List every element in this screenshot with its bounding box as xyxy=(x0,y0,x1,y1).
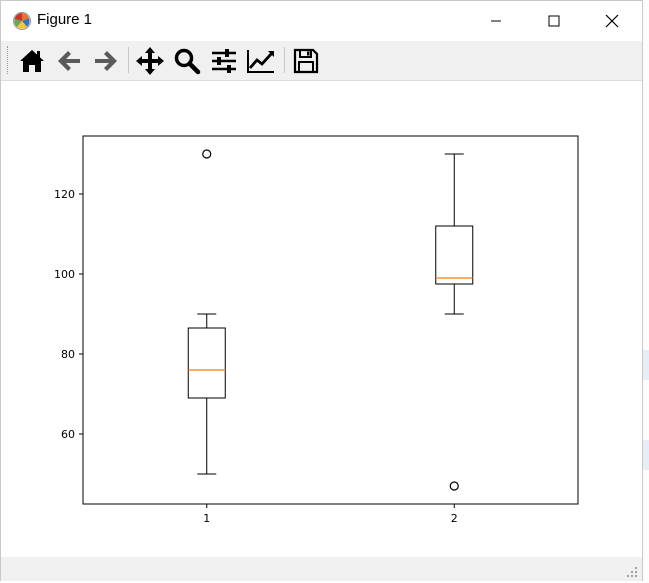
floppy-disk-icon xyxy=(293,48,319,74)
zoom-button[interactable] xyxy=(170,44,204,78)
toolbar-separator xyxy=(128,47,129,73)
background-window-edge xyxy=(643,0,649,583)
matplotlib-icon xyxy=(12,11,32,31)
toolbar-separator xyxy=(284,47,285,73)
edit-axis-button[interactable] xyxy=(244,44,278,78)
configure-subplots-button[interactable] xyxy=(207,44,241,78)
x-tick-label: 1 xyxy=(203,512,210,525)
flier-point xyxy=(202,149,212,159)
toolbar-grip[interactable] xyxy=(7,46,10,74)
box-1 xyxy=(187,149,226,475)
background-window-edge xyxy=(643,440,649,470)
figure-window: Figure 1 60 80 100 120 1 2 xyxy=(0,0,643,581)
maximize-icon xyxy=(548,15,560,27)
box-series xyxy=(187,149,474,491)
resize-grip-icon[interactable] xyxy=(626,566,638,578)
x-axis: 12 xyxy=(203,504,458,525)
box-2 xyxy=(435,153,474,491)
navigation-toolbar xyxy=(1,41,642,81)
save-button[interactable] xyxy=(289,44,323,78)
back-button[interactable] xyxy=(52,44,86,78)
close-icon xyxy=(605,14,619,28)
pan-button[interactable] xyxy=(133,44,167,78)
y-tick-label: 120 xyxy=(54,188,75,201)
y-tick-label: 80 xyxy=(61,348,75,361)
arrow-left-icon xyxy=(58,51,80,71)
flier-point xyxy=(449,481,459,491)
y-tick-label: 60 xyxy=(61,428,75,441)
figure-canvas[interactable]: 60 80 100 120 12 xyxy=(2,81,642,557)
x-tick-label: 2 xyxy=(451,512,458,525)
y-axis: 60 80 100 120 xyxy=(54,188,83,441)
box-body xyxy=(187,327,226,399)
maximize-button[interactable] xyxy=(525,1,583,41)
y-tick-label: 100 xyxy=(54,268,75,281)
minimize-icon xyxy=(491,20,501,22)
arrow-right-icon xyxy=(95,51,117,71)
box-body xyxy=(435,225,474,285)
title-bar[interactable]: Figure 1 xyxy=(1,1,642,41)
line-chart-icon xyxy=(247,50,274,73)
minimize-button[interactable] xyxy=(467,1,525,41)
boxplot-chart: 6080100120 12 xyxy=(54,135,579,525)
forward-button[interactable] xyxy=(89,44,123,78)
background-window-edge xyxy=(643,350,649,380)
close-button[interactable] xyxy=(583,1,641,41)
home-button[interactable] xyxy=(15,44,49,78)
move-icon xyxy=(136,47,164,75)
status-bar xyxy=(1,557,642,581)
sliders-icon xyxy=(212,49,236,73)
magnifier-icon xyxy=(174,48,201,75)
window-title: Figure 1 xyxy=(37,11,93,28)
home-icon xyxy=(20,50,44,72)
axes-frame xyxy=(82,135,579,505)
